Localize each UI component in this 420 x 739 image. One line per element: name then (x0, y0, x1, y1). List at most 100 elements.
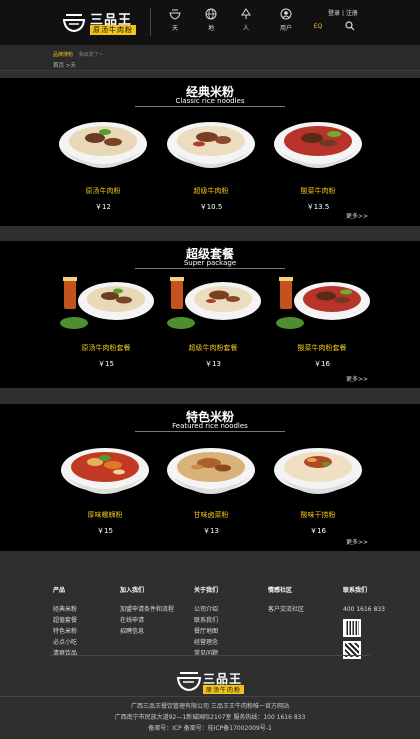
nav-item-ren[interactable]: 人 (234, 8, 258, 38)
product-price: ￥10.5 (199, 203, 223, 211)
icp-line: 备案号：ICP 备案号：桂ICP备17002009号-1 (148, 725, 272, 732)
footer-col-products: 产品 经典米粉 超值套餐 特色米粉 必点小吃 清爽饮品 (53, 585, 123, 659)
bowl-logo-icon (62, 14, 86, 33)
product-price: ￥16 (314, 360, 330, 368)
tree-icon (241, 8, 251, 19)
section-subtitle: Super package (183, 259, 237, 267)
site-header: 三品王 原汤牛肉粉 天 地 人 用户 EQ 登录 | 注册 (0, 0, 420, 45)
section-divider (135, 106, 285, 107)
nav-label: 用户 (279, 25, 292, 32)
set-meal-image (167, 277, 261, 329)
footer-link[interactable]: 经典米粉 (53, 604, 123, 615)
footer-col-title: 产品 (53, 587, 66, 594)
nav-label: EQ (313, 23, 323, 30)
breadcrumb[interactable]: 首页 >天 (53, 61, 76, 69)
section-featured: 特色米粉 Featured rice noodles 厚味螺蛳粉 ￥15 甘味卤… (0, 404, 420, 551)
footer-link[interactable]: 清爽饮品 (53, 648, 123, 659)
footer-link[interactable]: 联系我们 (194, 615, 264, 626)
footer-link[interactable]: 经营理念 (194, 637, 264, 648)
product-name: 酸菜牛肉粉 (300, 187, 336, 195)
product-name: 酸味干捞粉 (300, 511, 336, 519)
noodle-bowl-image (274, 448, 362, 494)
product-name: 原汤牛肉粉 (85, 187, 121, 195)
nav-item-di[interactable]: 地 (199, 8, 223, 38)
nav-item-user[interactable]: 用户 (274, 8, 298, 38)
footer-link[interactable]: 公司介绍 (194, 604, 264, 615)
bowl-icon (169, 9, 181, 20)
product-name: 甘味卤菜粉 (193, 511, 229, 519)
footer-col-title: 情感社区 (268, 587, 293, 594)
product-name: 原汤牛肉粉套餐 (81, 344, 131, 352)
product-name: 超级牛肉粉套餐 (188, 344, 238, 352)
section-subtitle: Featured rice noodles (172, 422, 248, 430)
footer-col-community: 情感社区 客户交流社区 (268, 585, 338, 615)
more-link[interactable]: 更多>> (346, 374, 368, 383)
globe-icon (205, 8, 217, 20)
section-divider (135, 431, 285, 432)
footer-link[interactable]: 特色米粉 (53, 626, 123, 637)
nav-label: 人 (242, 25, 249, 32)
nav-item-eq[interactable]: EQ (306, 8, 330, 38)
brand-logo[interactable]: 三品王 原汤牛肉粉 (62, 8, 140, 36)
noodle-bowl-image (274, 122, 362, 168)
company-line: 广西三品王餐饮管理有限公司 三品王王牛肉粉唯一官方网站 (131, 703, 289, 710)
product-price: ￥13 (205, 360, 221, 368)
nav-item-tian[interactable]: 天 (163, 8, 187, 38)
brand-sub: 原汤牛肉粉 (90, 25, 136, 35)
search-icon[interactable] (345, 21, 355, 31)
footer-link[interactable]: 在线申请 (120, 615, 190, 626)
footer-col-title: 联系我们 (343, 587, 368, 594)
product-price: ￥15 (97, 527, 113, 535)
register-link[interactable]: 注册 (346, 10, 358, 17)
set-meal-image (60, 277, 154, 329)
footer-col-join: 加入我们 加盟申请条件和流程 在线申请 招聘信息 (120, 585, 190, 637)
footer-link[interactable]: 常见问题 (194, 648, 264, 659)
product-price: ￥15 (98, 360, 114, 368)
product-card[interactable]: 甘味卤菜粉 ￥13 (161, 440, 261, 536)
product-card[interactable]: 酸味干捞粉 ￥16 (268, 440, 368, 536)
login-link[interactable]: 登录 (328, 10, 340, 17)
section-subtitle: Classic rice noodles (175, 97, 245, 105)
qr-code-icon (343, 641, 361, 659)
product-card[interactable]: 原汤牛肉粉套餐 ￥15 (56, 273, 156, 369)
more-link[interactable]: 更多>> (346, 537, 368, 546)
footer-bottom-divider (0, 696, 420, 697)
footer-link[interactable]: 必点小吃 (53, 637, 123, 648)
footer-link[interactable]: 餐厅地图 (194, 626, 264, 637)
section-classic: 经典米粉 Classic rice noodles 原汤牛肉粉 ￥12 超级牛肉… (0, 78, 420, 226)
product-card[interactable]: 厚味螺蛳粉 ￥15 (55, 440, 155, 536)
breadcrumb-bar: 品牌搜粉 我出发了~ 首页 >天 (0, 45, 420, 71)
footer-link[interactable]: 招聘信息 (120, 626, 190, 637)
noodle-bowl-image (167, 448, 255, 494)
nav-label: 地 (207, 25, 214, 32)
qr-code-icon (343, 619, 361, 637)
product-price: ￥16 (310, 527, 326, 535)
product-price: ￥12 (95, 203, 111, 211)
footer-col-about: 关于我们 公司介绍 联系我们 餐厅地图 经营理念 常见问题 (194, 585, 264, 659)
section-divider (135, 268, 285, 269)
set-meal-image (276, 277, 370, 329)
breadcrumb-top: 品牌搜粉 我出发了~ (53, 51, 103, 58)
product-name: 酸菜牛肉粉套餐 (297, 344, 347, 352)
footer-brand-sub: 原汤牛肉粉 (203, 685, 245, 694)
current-category[interactable]: 品牌搜粉 (53, 52, 73, 58)
footer-link[interactable]: 加盟申请条件和流程 (120, 604, 190, 615)
product-card[interactable]: 超级牛肉粉 ￥10.5 (161, 116, 261, 212)
footer-divider (50, 655, 370, 656)
footer-link[interactable]: 客户交流社区 (268, 604, 338, 615)
hotline-number: 400 1616 833 (343, 606, 385, 613)
noodle-bowl-image (167, 122, 255, 168)
product-card[interactable]: 超级牛肉粉套餐 ￥13 (163, 273, 263, 369)
category-hint: 我出发了~ (78, 52, 103, 58)
product-card[interactable]: 酸菜牛肉粉套餐 ￥16 (272, 273, 372, 369)
eq-icon (312, 8, 324, 20)
product-card[interactable]: 酸菜牛肉粉 ￥13.5 (268, 116, 368, 212)
footer-col-title: 加入我们 (120, 587, 145, 594)
noodle-bowl-image (61, 448, 149, 494)
footer-col-title: 关于我们 (194, 587, 219, 594)
more-link[interactable]: 更多>> (346, 211, 368, 220)
site-footer: 产品 经典米粉 超值套餐 特色米粉 必点小吃 清爽饮品 加入我们 加盟申请条件和… (0, 569, 420, 739)
header-divider (150, 8, 151, 36)
footer-link[interactable]: 超值套餐 (53, 615, 123, 626)
product-card[interactable]: 原汤牛肉粉 ￥12 (53, 116, 153, 212)
